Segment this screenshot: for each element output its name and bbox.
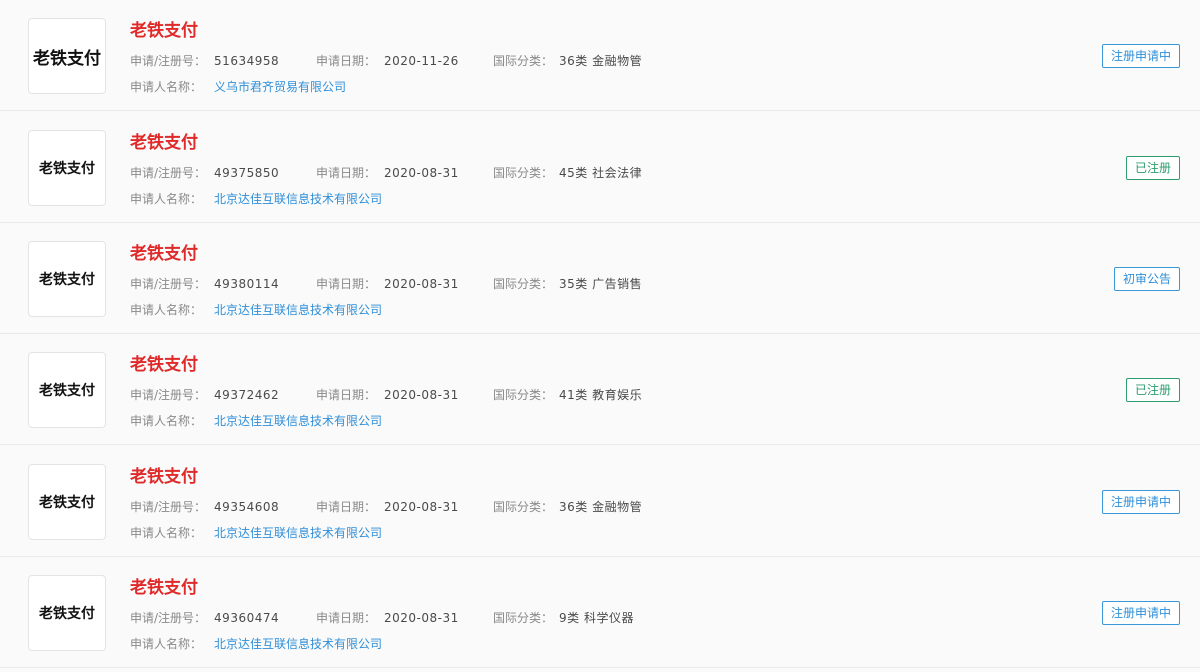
reg-no-value: 51634958: [214, 54, 280, 68]
applicant-link[interactable]: 北京达佳互联信息技术有限公司: [214, 637, 382, 651]
intl-class-label: 国际分类：: [493, 54, 554, 68]
intl-class-value: 41类 教育娱乐: [559, 388, 643, 402]
applicant-field: 申请人名称： 北京达佳互联信息技术有限公司: [130, 190, 382, 208]
reg-no-field: 申请/注册号： 49360474: [130, 609, 279, 627]
apply-date-field: 申请日期： 2020-08-31: [316, 609, 459, 627]
trademark-logo[interactable]: 老铁支付: [28, 575, 106, 651]
applicant-field: 申请人名称： 义乌市君齐贸易有限公司: [130, 78, 346, 96]
apply-date-label: 申请日期：: [316, 54, 377, 68]
apply-date-field: 申请日期： 2020-08-31: [316, 275, 459, 293]
intl-class-label: 国际分类：: [493, 500, 554, 514]
trademark-name[interactable]: 老铁支付: [130, 577, 198, 599]
applicant-label: 申请人名称：: [130, 80, 203, 94]
applicant-field: 申请人名称： 北京达佳互联信息技术有限公司: [130, 412, 382, 430]
trademark-logo[interactable]: 老铁支付: [28, 18, 106, 94]
intl-class-label: 国际分类：: [493, 611, 554, 625]
apply-date-field: 申请日期： 2020-11-26: [316, 52, 459, 70]
status-badge: 注册申请中: [1101, 490, 1180, 514]
intl-class-label: 国际分类：: [493, 277, 554, 291]
intl-class-value: 36类 金融物管: [559, 54, 643, 68]
trademark-name[interactable]: 老铁支付: [130, 243, 198, 265]
trademark-row[interactable]: 老铁支付 老铁支付 申请/注册号： 49372462 申请日期： 2020-08-3…: [0, 334, 1200, 445]
applicant-field: 申请人名称： 北京达佳互联信息技术有限公司: [130, 524, 382, 542]
reg-no-label: 申请/注册号：: [130, 500, 207, 514]
intl-class-label: 国际分类：: [493, 388, 554, 402]
intl-class-field: 国际分类： 36类 金融物管: [493, 498, 642, 516]
trademark-row[interactable]: 老铁支付 老铁支付 申请/注册号： 49354608 申请日期： 2020-08-3…: [0, 446, 1200, 557]
trademark-logo[interactable]: 老铁支付: [28, 352, 106, 428]
trademark-logo[interactable]: 老铁支付: [28, 241, 106, 317]
reg-no-field: 申请/注册号： 51634958: [130, 52, 279, 70]
reg-no-value: 49375850: [214, 166, 280, 180]
reg-no-label: 申请/注册号：: [130, 611, 207, 625]
trademark-logo[interactable]: 老铁支付: [28, 464, 106, 540]
reg-no-label: 申请/注册号：: [130, 277, 207, 291]
applicant-link[interactable]: 北京达佳互联信息技术有限公司: [214, 303, 382, 317]
status-badge: 注册申请中: [1101, 601, 1180, 625]
applicant-link[interactable]: 北京达佳互联信息技术有限公司: [214, 526, 382, 540]
intl-class-field: 国际分类： 45类 社会法律: [493, 164, 642, 182]
apply-date-value: 2020-08-31: [384, 500, 459, 514]
trademark-name[interactable]: 老铁支付: [130, 466, 198, 488]
apply-date-label: 申请日期：: [316, 166, 377, 180]
intl-class-value: 35类 广告销售: [559, 277, 643, 291]
status-badge: 注册申请中: [1101, 44, 1180, 68]
reg-no-value: 49354608: [214, 500, 280, 514]
apply-date-label: 申请日期：: [316, 388, 377, 402]
trademark-row[interactable]: 老铁支付 老铁支付 申请/注册号： 49360474 申请日期： 2020-08-3…: [0, 557, 1200, 668]
applicant-label: 申请人名称：: [130, 637, 203, 651]
apply-date-value: 2020-08-31: [384, 611, 459, 625]
apply-date-field: 申请日期： 2020-08-31: [316, 386, 459, 404]
apply-date-label: 申请日期：: [316, 500, 377, 514]
trademark-name[interactable]: 老铁支付: [130, 132, 198, 154]
trademark-logo[interactable]: 老铁支付: [28, 130, 106, 206]
apply-date-value: 2020-08-31: [384, 388, 459, 402]
trademark-list: 老铁支付 老铁支付 申请/注册号： 51634958 申请日期： 2020-11-2…: [0, 0, 1200, 672]
status-badge: 已注册: [1125, 378, 1180, 402]
intl-class-value: 9类 科学仪器: [559, 611, 634, 625]
intl-class-field: 国际分类： 41类 教育娱乐: [493, 386, 642, 404]
applicant-label: 申请人名称：: [130, 526, 203, 540]
reg-no-field: 申请/注册号： 49372462: [130, 386, 279, 404]
applicant-field: 申请人名称： 北京达佳互联信息技术有限公司: [130, 635, 382, 653]
intl-class-value: 45类 社会法律: [559, 166, 643, 180]
applicant-label: 申请人名称：: [130, 303, 203, 317]
apply-date-label: 申请日期：: [316, 277, 377, 291]
status-badge: 已注册: [1125, 156, 1180, 180]
intl-class-field: 国际分类： 9类 科学仪器: [493, 609, 634, 627]
reg-no-field: 申请/注册号： 49375850: [130, 164, 279, 182]
applicant-link[interactable]: 北京达佳互联信息技术有限公司: [214, 414, 382, 428]
trademark-name[interactable]: 老铁支付: [130, 354, 198, 376]
apply-date-value: 2020-08-31: [384, 166, 459, 180]
apply-date-value: 2020-08-31: [384, 277, 459, 291]
applicant-field: 申请人名称： 北京达佳互联信息技术有限公司: [130, 301, 382, 319]
reg-no-label: 申请/注册号：: [130, 166, 207, 180]
reg-no-label: 申请/注册号：: [130, 54, 207, 68]
applicant-label: 申请人名称：: [130, 192, 203, 206]
applicant-link[interactable]: 北京达佳互联信息技术有限公司: [214, 192, 382, 206]
trademark-row[interactable]: 老铁支付 老铁支付 申请/注册号： 49380114 申请日期： 2020-08-3…: [0, 223, 1200, 334]
reg-no-value: 49372462: [214, 388, 280, 402]
apply-date-field: 申请日期： 2020-08-31: [316, 498, 459, 516]
intl-class-label: 国际分类：: [493, 166, 554, 180]
apply-date-field: 申请日期： 2020-08-31: [316, 164, 459, 182]
reg-no-label: 申请/注册号：: [130, 388, 207, 402]
reg-no-field: 申请/注册号： 49354608: [130, 498, 279, 516]
apply-date-value: 2020-11-26: [384, 54, 459, 68]
reg-no-value: 49380114: [214, 277, 280, 291]
applicant-label: 申请人名称：: [130, 414, 203, 428]
apply-date-label: 申请日期：: [316, 611, 377, 625]
trademark-name[interactable]: 老铁支付: [130, 20, 198, 42]
intl-class-field: 国际分类： 36类 金融物管: [493, 52, 642, 70]
reg-no-value: 49360474: [214, 611, 280, 625]
applicant-link[interactable]: 义乌市君齐贸易有限公司: [214, 80, 346, 94]
intl-class-value: 36类 金融物管: [559, 500, 643, 514]
intl-class-field: 国际分类： 35类 广告销售: [493, 275, 642, 293]
reg-no-field: 申请/注册号： 49380114: [130, 275, 279, 293]
trademark-row[interactable]: 老铁支付 老铁支付 申请/注册号： 49375850 申请日期： 2020-08-3…: [0, 112, 1200, 223]
trademark-row[interactable]: 老铁支付 老铁支付 申请/注册号： 51634958 申请日期： 2020-11-2…: [0, 0, 1200, 111]
status-badge: 初审公告: [1113, 267, 1180, 291]
